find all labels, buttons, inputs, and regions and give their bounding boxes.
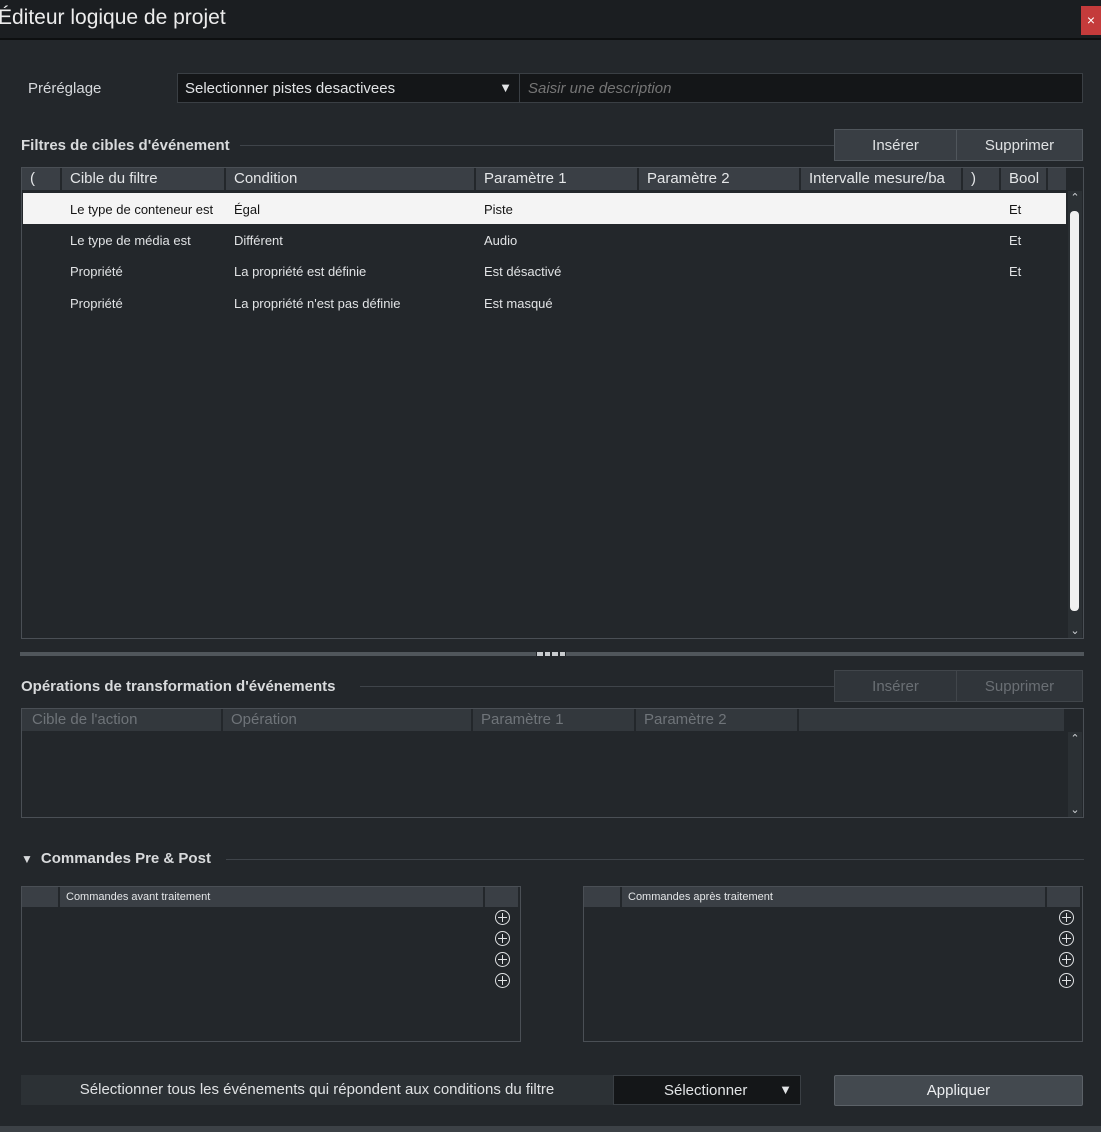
filter-param1-cell: Est désactivé <box>484 264 562 279</box>
section-divider <box>360 686 836 687</box>
section-divider <box>226 859 1084 860</box>
column-header-blank <box>1047 887 1082 907</box>
chevron-down-icon: ▼ <box>779 1082 792 1097</box>
add-command-icon[interactable] <box>495 973 510 988</box>
column-header-pre-commands[interactable]: Commandes avant traitement <box>60 887 485 907</box>
filter-row[interactable]: Propriété La propriété est définie Est d… <box>23 255 1066 286</box>
close-icon[interactable]: × <box>1081 6 1101 35</box>
scroll-up-icon[interactable]: ⌃ <box>1068 732 1082 746</box>
commands-section-title: Commandes Pre & Post <box>40 850 211 867</box>
post-commands-header: Commandes après traitement <box>584 887 1082 907</box>
operations-table: Cible de l'action Opération Paramètre 1 … <box>21 708 1084 818</box>
collapse-triangle-icon: ▼ <box>21 852 33 866</box>
add-command-icon[interactable] <box>495 952 510 967</box>
column-header-param2[interactable]: Paramètre 2 <box>639 168 801 190</box>
window-title: Éditeur logique de projet <box>0 6 226 29</box>
window-bottom-border <box>0 1126 1101 1132</box>
insert-operation-button[interactable]: Insérer <box>834 670 957 702</box>
filter-condition-cell: Égal <box>234 202 261 217</box>
filter-target-cell: Propriété <box>70 264 123 279</box>
filter-bool-cell: Et <box>1009 202 1022 217</box>
column-header-param2[interactable]: Paramètre 2 <box>636 709 799 731</box>
filter-bool-cell: Et <box>1009 264 1022 279</box>
operations-button-group: Insérer Supprimer <box>834 670 1083 702</box>
filters-table: ( Cible du filtre Condition Paramètre 1 … <box>21 167 1084 639</box>
filters-section-title: Filtres de cibles d'événement <box>21 137 238 154</box>
column-header-open-paren[interactable]: ( <box>22 168 62 190</box>
add-command-icon[interactable] <box>1059 973 1074 988</box>
preset-value: Selectionner pistes desactivees <box>185 80 396 97</box>
operations-table-header: Cible de l'action Opération Paramètre 1 … <box>22 709 1066 731</box>
filter-row[interactable]: Le type de média est Différent Audio Et <box>23 224 1066 255</box>
delete-operation-button[interactable]: Supprimer <box>957 670 1083 702</box>
operations-scrollbar[interactable]: ⌃ ⌄ <box>1068 732 1082 817</box>
chevron-down-icon: ▼ <box>499 80 512 95</box>
filter-condition-cell: La propriété n'est pas définie <box>234 296 401 311</box>
scroll-down-icon[interactable]: ⌄ <box>1068 803 1082 817</box>
column-header-post-commands[interactable]: Commandes après traitement <box>622 887 1047 907</box>
description-input[interactable] <box>519 73 1083 103</box>
filter-row[interactable]: Propriété La propriété n'est pas définie… <box>23 287 1066 318</box>
action-description: Sélectionner tous les événements qui rép… <box>21 1075 613 1105</box>
filters-table-header: ( Cible du filtre Condition Paramètre 1 … <box>22 168 1068 190</box>
column-header-target[interactable]: Cible du filtre <box>62 168 226 190</box>
title-bar: Éditeur logique de projet × <box>0 0 1101 40</box>
column-header-operation[interactable]: Opération <box>223 709 473 731</box>
filter-param1-cell: Audio <box>484 233 518 248</box>
add-command-icon[interactable] <box>495 931 510 946</box>
filter-target-cell: Le type de média est <box>70 233 191 248</box>
column-header-close-paren[interactable]: ) <box>963 168 1001 190</box>
column-header-param1[interactable]: Paramètre 1 <box>473 709 636 731</box>
column-header-bar-range[interactable]: Intervalle mesure/ba <box>801 168 963 190</box>
pre-commands-panel: Commandes avant traitement <box>21 886 521 1042</box>
filter-param1-cell: Est masqué <box>484 296 553 311</box>
column-header-bool[interactable]: Bool <box>1001 168 1048 190</box>
commands-section-header[interactable]: ▼ Commandes Pre & Post <box>21 850 219 867</box>
filter-bool-cell: Et <box>1009 233 1022 248</box>
action-select-value: Sélectionner <box>664 1082 748 1099</box>
add-command-icon[interactable] <box>1059 910 1074 925</box>
splitter-grip-icon[interactable] <box>536 652 566 656</box>
delete-filter-button[interactable]: Supprimer <box>957 129 1083 161</box>
column-header-spacer <box>799 709 1066 731</box>
column-header-param1[interactable]: Paramètre 1 <box>476 168 639 190</box>
pre-commands-header: Commandes avant traitement <box>22 887 520 907</box>
column-header-blank <box>485 887 520 907</box>
section-divider <box>240 145 836 146</box>
filter-target-cell: Le type de conteneur est <box>70 202 214 217</box>
insert-filter-button[interactable]: Insérer <box>834 129 957 161</box>
filter-param1-cell: Piste <box>484 202 513 217</box>
post-commands-panel: Commandes après traitement <box>583 886 1083 1042</box>
scroll-up-icon[interactable]: ⌃ <box>1068 191 1082 205</box>
apply-button[interactable]: Appliquer <box>834 1075 1083 1106</box>
filters-button-group: Insérer Supprimer <box>834 129 1083 161</box>
filter-target-cell: Propriété <box>70 296 123 311</box>
column-header-spacer <box>1048 168 1068 190</box>
action-select[interactable]: Sélectionner ▼ <box>613 1075 801 1105</box>
column-header-blank <box>22 887 60 907</box>
scroll-down-icon[interactable]: ⌄ <box>1068 624 1082 638</box>
add-command-icon[interactable] <box>1059 931 1074 946</box>
add-command-icon[interactable] <box>1059 952 1074 967</box>
filter-condition-cell: Différent <box>234 233 283 248</box>
add-command-icon[interactable] <box>495 910 510 925</box>
scrollbar-thumb[interactable] <box>1070 211 1079 611</box>
filter-row[interactable]: Le type de conteneur est Égal Piste Et <box>23 193 1066 224</box>
preset-label: Préréglage <box>28 80 102 97</box>
filters-scrollbar[interactable]: ⌃ ⌄ <box>1068 191 1082 638</box>
column-header-action-target[interactable]: Cible de l'action <box>22 709 223 731</box>
operations-section-title: Opérations de transformation d'événement… <box>21 678 344 695</box>
preset-select[interactable]: Selectionner pistes desactivees ▼ <box>177 73 519 103</box>
filter-condition-cell: La propriété est définie <box>234 264 367 279</box>
column-header-blank <box>584 887 622 907</box>
column-header-condition[interactable]: Condition <box>226 168 476 190</box>
